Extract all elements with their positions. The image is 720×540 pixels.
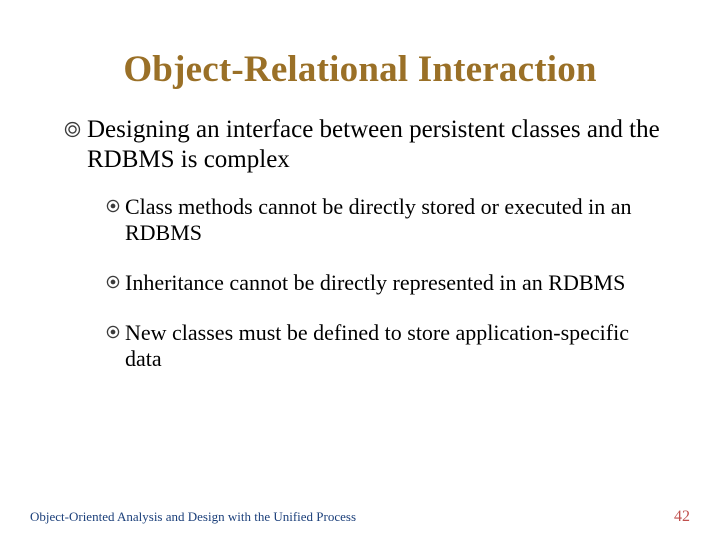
bullet-text: Designing an interface between persisten…: [87, 115, 660, 174]
sub-bullet-list: Class methods cannot be directly stored …: [60, 194, 660, 372]
sub-bullet-text: New classes must be defined to store app…: [125, 320, 660, 372]
sub-bullet-item: Class methods cannot be directly stored …: [106, 194, 660, 246]
dot-circle-bullet-icon: [106, 325, 120, 344]
dot-circle-bullet-icon: [106, 275, 120, 294]
dot-circle-bullet-icon: [106, 199, 120, 218]
slide-footer: Object-Oriented Analysis and Design with…: [30, 508, 690, 526]
double-circle-bullet-icon: [64, 121, 81, 143]
page-number: 42: [674, 508, 690, 526]
sub-bullet-text: Class methods cannot be directly stored …: [125, 194, 660, 246]
slide-title: Object-Relational Interaction: [60, 48, 660, 91]
sub-bullet-item: Inheritance cannot be directly represent…: [106, 270, 660, 296]
footer-text: Object-Oriented Analysis and Design with…: [30, 509, 356, 525]
sub-bullet-text: Inheritance cannot be directly represent…: [125, 270, 625, 296]
sub-bullet-item: New classes must be defined to store app…: [106, 320, 660, 372]
bullet-item: Designing an interface between persisten…: [60, 115, 660, 174]
slide: Object-Relational Interaction Designing …: [0, 0, 720, 540]
